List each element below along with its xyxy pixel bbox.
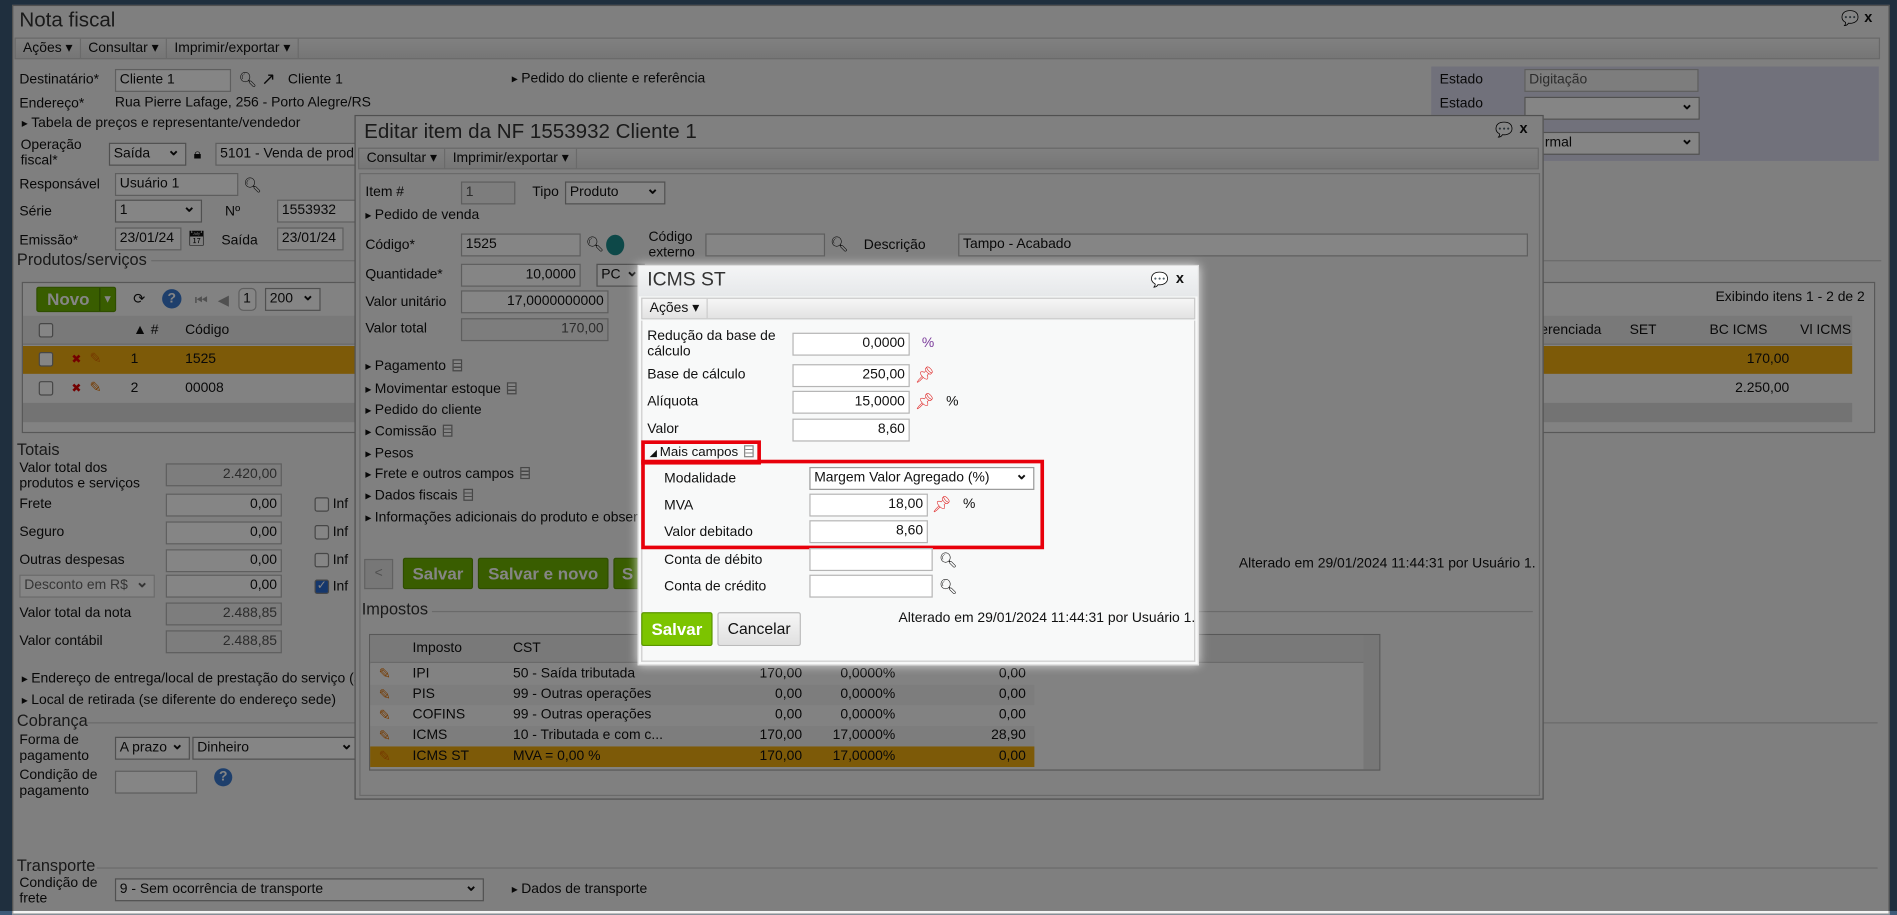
modalidade-label: Modalidade [664,471,737,487]
icms-dialog-title: ICMS ST [647,269,726,291]
modalidade-select[interactable]: Margem Valor Agregado (%) [809,466,1035,490]
mva-label: MVA [664,498,694,513]
reducao-label: Redução da base de cálculo [647,329,776,360]
pin-icon[interactable]: 📌︎ [932,495,952,514]
valor-label: Valor [647,422,679,437]
conta-debito-label: Conta de débito [664,552,763,568]
search-icon[interactable]: 🔍︎ [939,553,957,568]
valor-debitado-label: Valor debitado [664,525,753,540]
base-label: Base de cálculo [647,367,746,383]
reducao-pct: % [921,336,935,351]
conta-credito-label: Conta de crédito [664,579,767,595]
mais-campos-label: Mais campos [659,445,739,460]
document-icon [744,445,754,458]
base-input[interactable]: 250,00 [792,364,910,388]
pin-icon[interactable]: 📌︎ [915,365,935,384]
conta-credito-input[interactable] [809,574,933,598]
collapse-triangle-icon: ◢ [649,447,660,459]
pin-icon[interactable]: 📌︎ [915,392,935,411]
valor-debitado-input[interactable]: 8,60 [809,520,928,544]
comment-icon[interactable]: 💬 [1151,272,1169,287]
icms-salvar-button[interactable]: Salvar [641,612,713,647]
mva-input[interactable]: 18,00 [809,493,928,517]
menu-acoes[interactable]: Ações ▾ [642,298,708,319]
conta-debito-input[interactable] [809,548,933,572]
icms-menubar: Ações ▾ [641,297,1196,320]
reducao-input[interactable]: 0,0000 [792,332,910,356]
icms-cancelar-button[interactable]: Cancelar [717,612,801,647]
mais-campos-expander[interactable]: ◢ Mais campos [650,445,754,460]
aliquota-label: Alíquota [647,394,699,409]
aliquota-input[interactable]: 15,0000 [792,390,910,414]
search-icon[interactable]: 🔍︎ [939,579,957,594]
mva-pct: % [963,497,976,512]
icms-alterado: Alterado em 29/01/2024 11:44:31 por Usuá… [898,610,1196,626]
valor-input[interactable]: 8,60 [792,418,910,442]
close-icon[interactable]: x [1176,271,1184,286]
aliquota-pct: % [946,394,959,409]
